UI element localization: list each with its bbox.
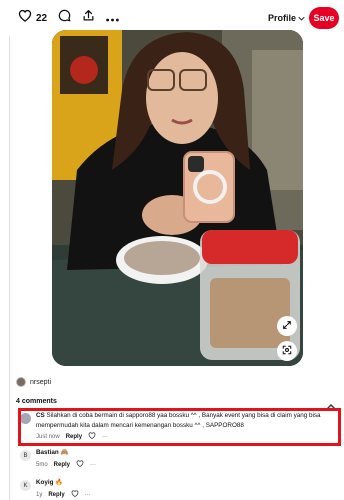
visual-search-button[interactable]	[277, 341, 297, 361]
expand-icon	[282, 317, 292, 335]
comment-user[interactable]: Bastian	[36, 449, 59, 456]
comments-count: 4 comments	[16, 398, 57, 405]
chevron-down-icon	[298, 13, 305, 23]
author-name: nrsepti	[30, 378, 52, 386]
more-icon[interactable]: ···	[85, 492, 91, 498]
left-divider	[9, 36, 10, 500]
comment-time: 1y	[36, 491, 43, 498]
heart-icon	[18, 9, 32, 27]
more-icon	[105, 9, 119, 27]
chevron-up-icon[interactable]	[326, 398, 336, 410]
comment-item: B Bastian 🙈 5mo Reply ···	[20, 448, 220, 470]
share-icon	[82, 9, 95, 27]
share-button[interactable]	[78, 8, 98, 28]
more-options-button[interactable]	[102, 8, 122, 28]
comment-meta: 5mo Reply ···	[36, 460, 96, 469]
comment-emoji: 🔥	[55, 479, 64, 486]
profile-label: Profile	[268, 13, 297, 23]
comment-time: 5mo	[36, 461, 48, 468]
comments-header[interactable]: 4 comments	[16, 398, 336, 410]
profile-dropdown[interactable]: Profile	[268, 9, 305, 27]
comment-user[interactable]: Koyig	[36, 479, 54, 486]
comment-item: K Koyig 🔥 1y Reply ···	[20, 478, 220, 500]
comment-icon	[58, 9, 71, 27]
pin-photo-illustration	[52, 30, 303, 366]
heart-outline-icon[interactable]	[71, 490, 79, 499]
comment-meta: 1y Reply ···	[36, 490, 91, 499]
comment-button[interactable]	[54, 8, 74, 28]
avatar[interactable]: K	[20, 480, 31, 491]
like-button[interactable]: 22	[18, 8, 47, 28]
visual-search-icon	[282, 342, 292, 360]
heart-outline-icon[interactable]	[76, 460, 84, 469]
save-button[interactable]: Save	[309, 7, 339, 29]
reply-button[interactable]: Reply	[48, 492, 64, 498]
reply-button[interactable]: Reply	[54, 462, 70, 468]
comment-emoji: 🙈	[60, 449, 69, 456]
expand-button[interactable]	[277, 316, 297, 336]
highlight-box	[18, 408, 341, 446]
like-count: 22	[36, 12, 48, 24]
pin-author[interactable]: nrsepti	[16, 375, 51, 389]
avatar	[16, 377, 26, 387]
comment-body: Koyig 🔥	[36, 478, 63, 488]
pin-image[interactable]	[52, 30, 303, 366]
avatar[interactable]: B	[20, 450, 31, 461]
more-icon[interactable]: ···	[90, 462, 96, 468]
comment-body: Bastian 🙈	[36, 448, 68, 458]
